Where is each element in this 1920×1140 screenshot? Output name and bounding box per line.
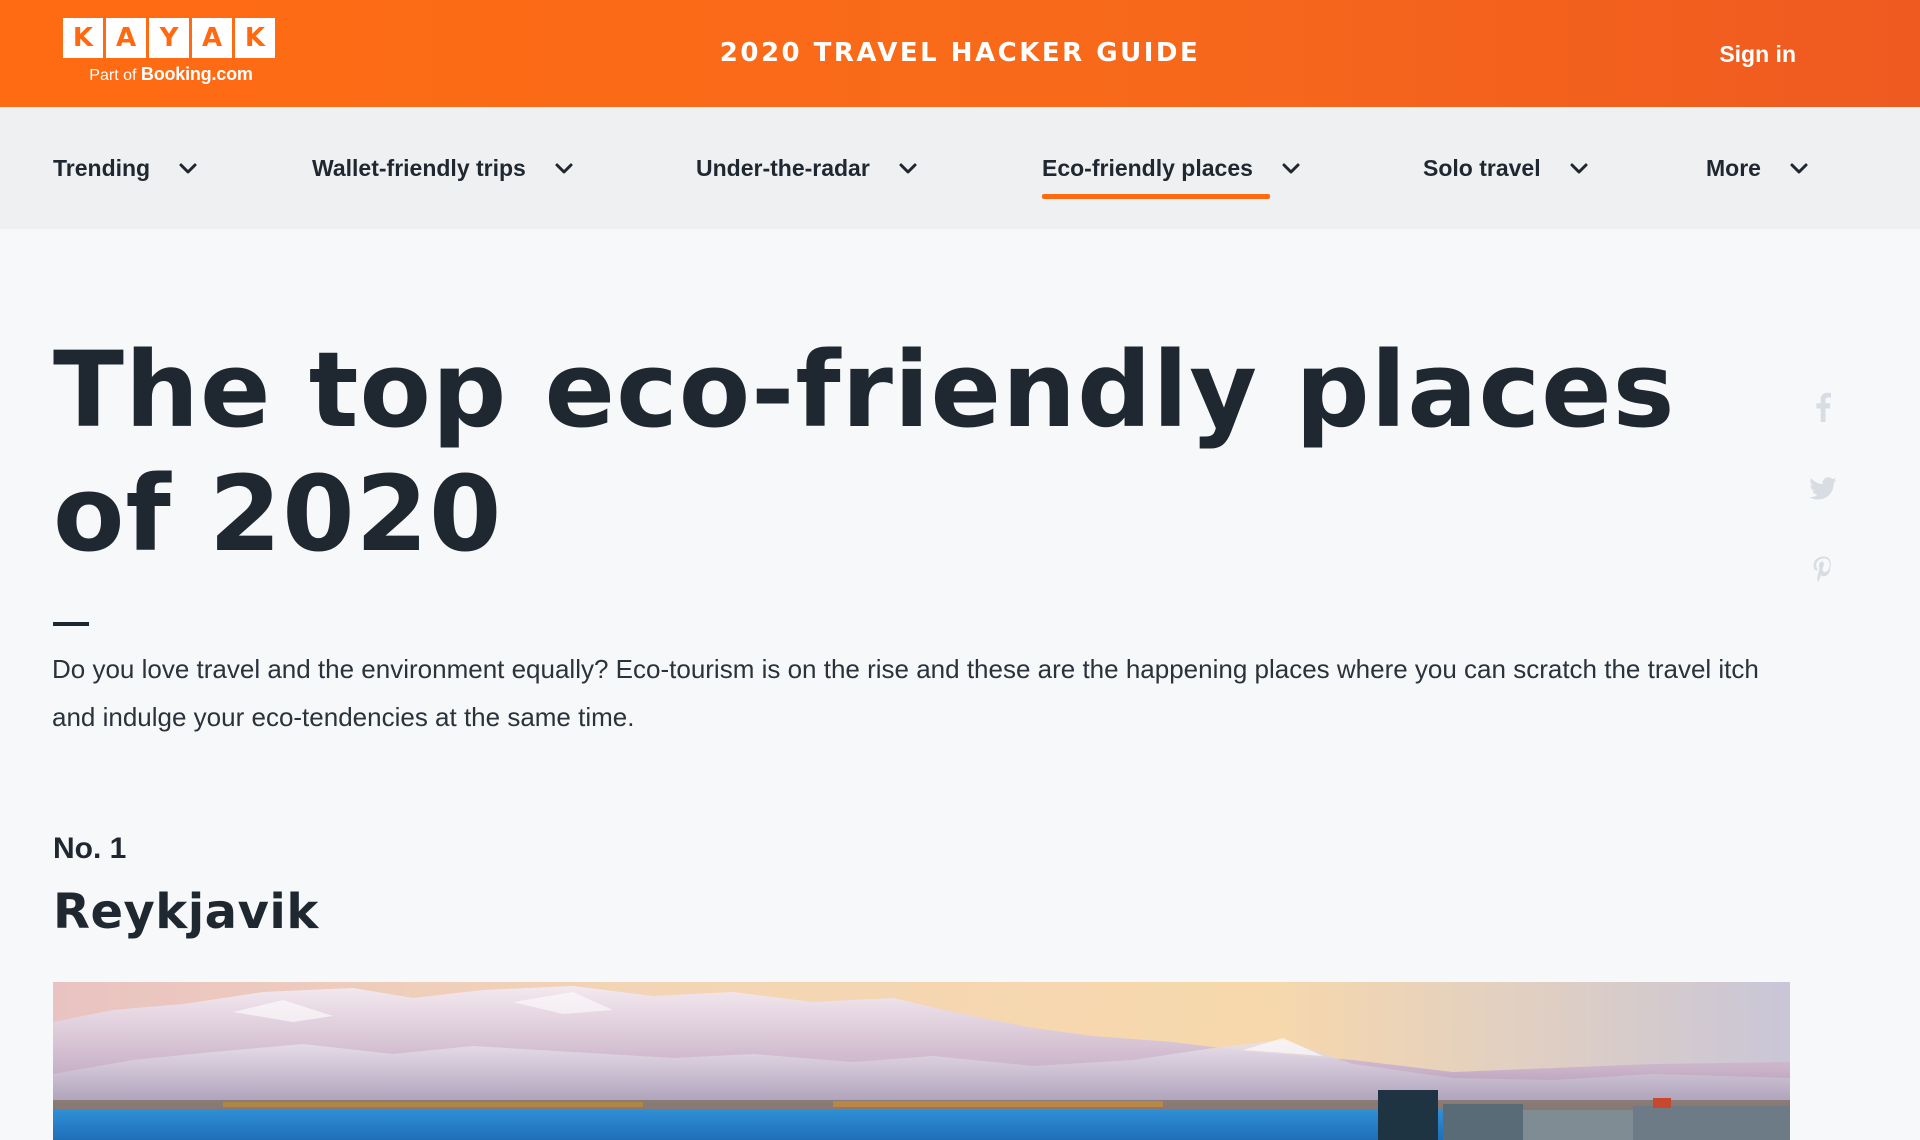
nav-item-label: More <box>1706 155 1761 181</box>
intro-paragraph: Do you love travel and the environment e… <box>52 654 1759 732</box>
guide-title: 2020 TRAVEL HACKER GUIDE <box>719 38 1201 68</box>
title-divider <box>53 622 89 626</box>
nav-item-label: Trending <box>53 155 151 181</box>
twitter-icon[interactable] <box>1805 471 1841 507</box>
category-nav: Trending Wallet-friendly trips Under-the… <box>0 107 1920 229</box>
nav-item-solo-travel[interactable]: Solo travel <box>1423 155 1589 182</box>
nav-item-label: Solo travel <box>1423 155 1541 181</box>
chevron-down-icon <box>554 162 574 176</box>
nav-item-label: Wallet-friendly trips <box>312 155 526 181</box>
chevron-down-icon <box>898 162 918 176</box>
nav-item-label: Under-the-radar <box>696 155 870 181</box>
chevron-down-icon <box>1569 162 1589 176</box>
top-header: K A Y A K Part of Booking.com 2020 TRAVE… <box>0 0 1920 107</box>
sign-in-link[interactable]: Sign in <box>1719 41 1796 68</box>
nav-item-under-the-radar[interactable]: Under-the-radar <box>696 155 918 182</box>
logo-sub-prefix: Part of <box>89 67 137 84</box>
entry-place-title: Reykjavik <box>53 884 319 940</box>
page-title: The top eco-friendly places of 2020 <box>53 329 1676 575</box>
active-tab-underline <box>1042 194 1270 199</box>
nav-item-eco-friendly[interactable]: Eco-friendly places <box>1042 155 1301 199</box>
nav-item-label: Eco-friendly places <box>1042 155 1253 181</box>
facebook-icon[interactable] <box>1805 389 1841 425</box>
entry-rank: No. 1 <box>53 832 127 865</box>
pinterest-icon[interactable] <box>1805 553 1841 589</box>
hero-image-reykjavik <box>53 982 1790 1140</box>
nav-item-more[interactable]: More <box>1706 155 1809 182</box>
chevron-down-icon <box>178 162 198 176</box>
nav-item-trending[interactable]: Trending <box>53 155 198 182</box>
nav-item-wallet-friendly[interactable]: Wallet-friendly trips <box>312 155 574 182</box>
chevron-down-icon <box>1281 162 1301 176</box>
chevron-down-icon <box>1789 162 1809 176</box>
